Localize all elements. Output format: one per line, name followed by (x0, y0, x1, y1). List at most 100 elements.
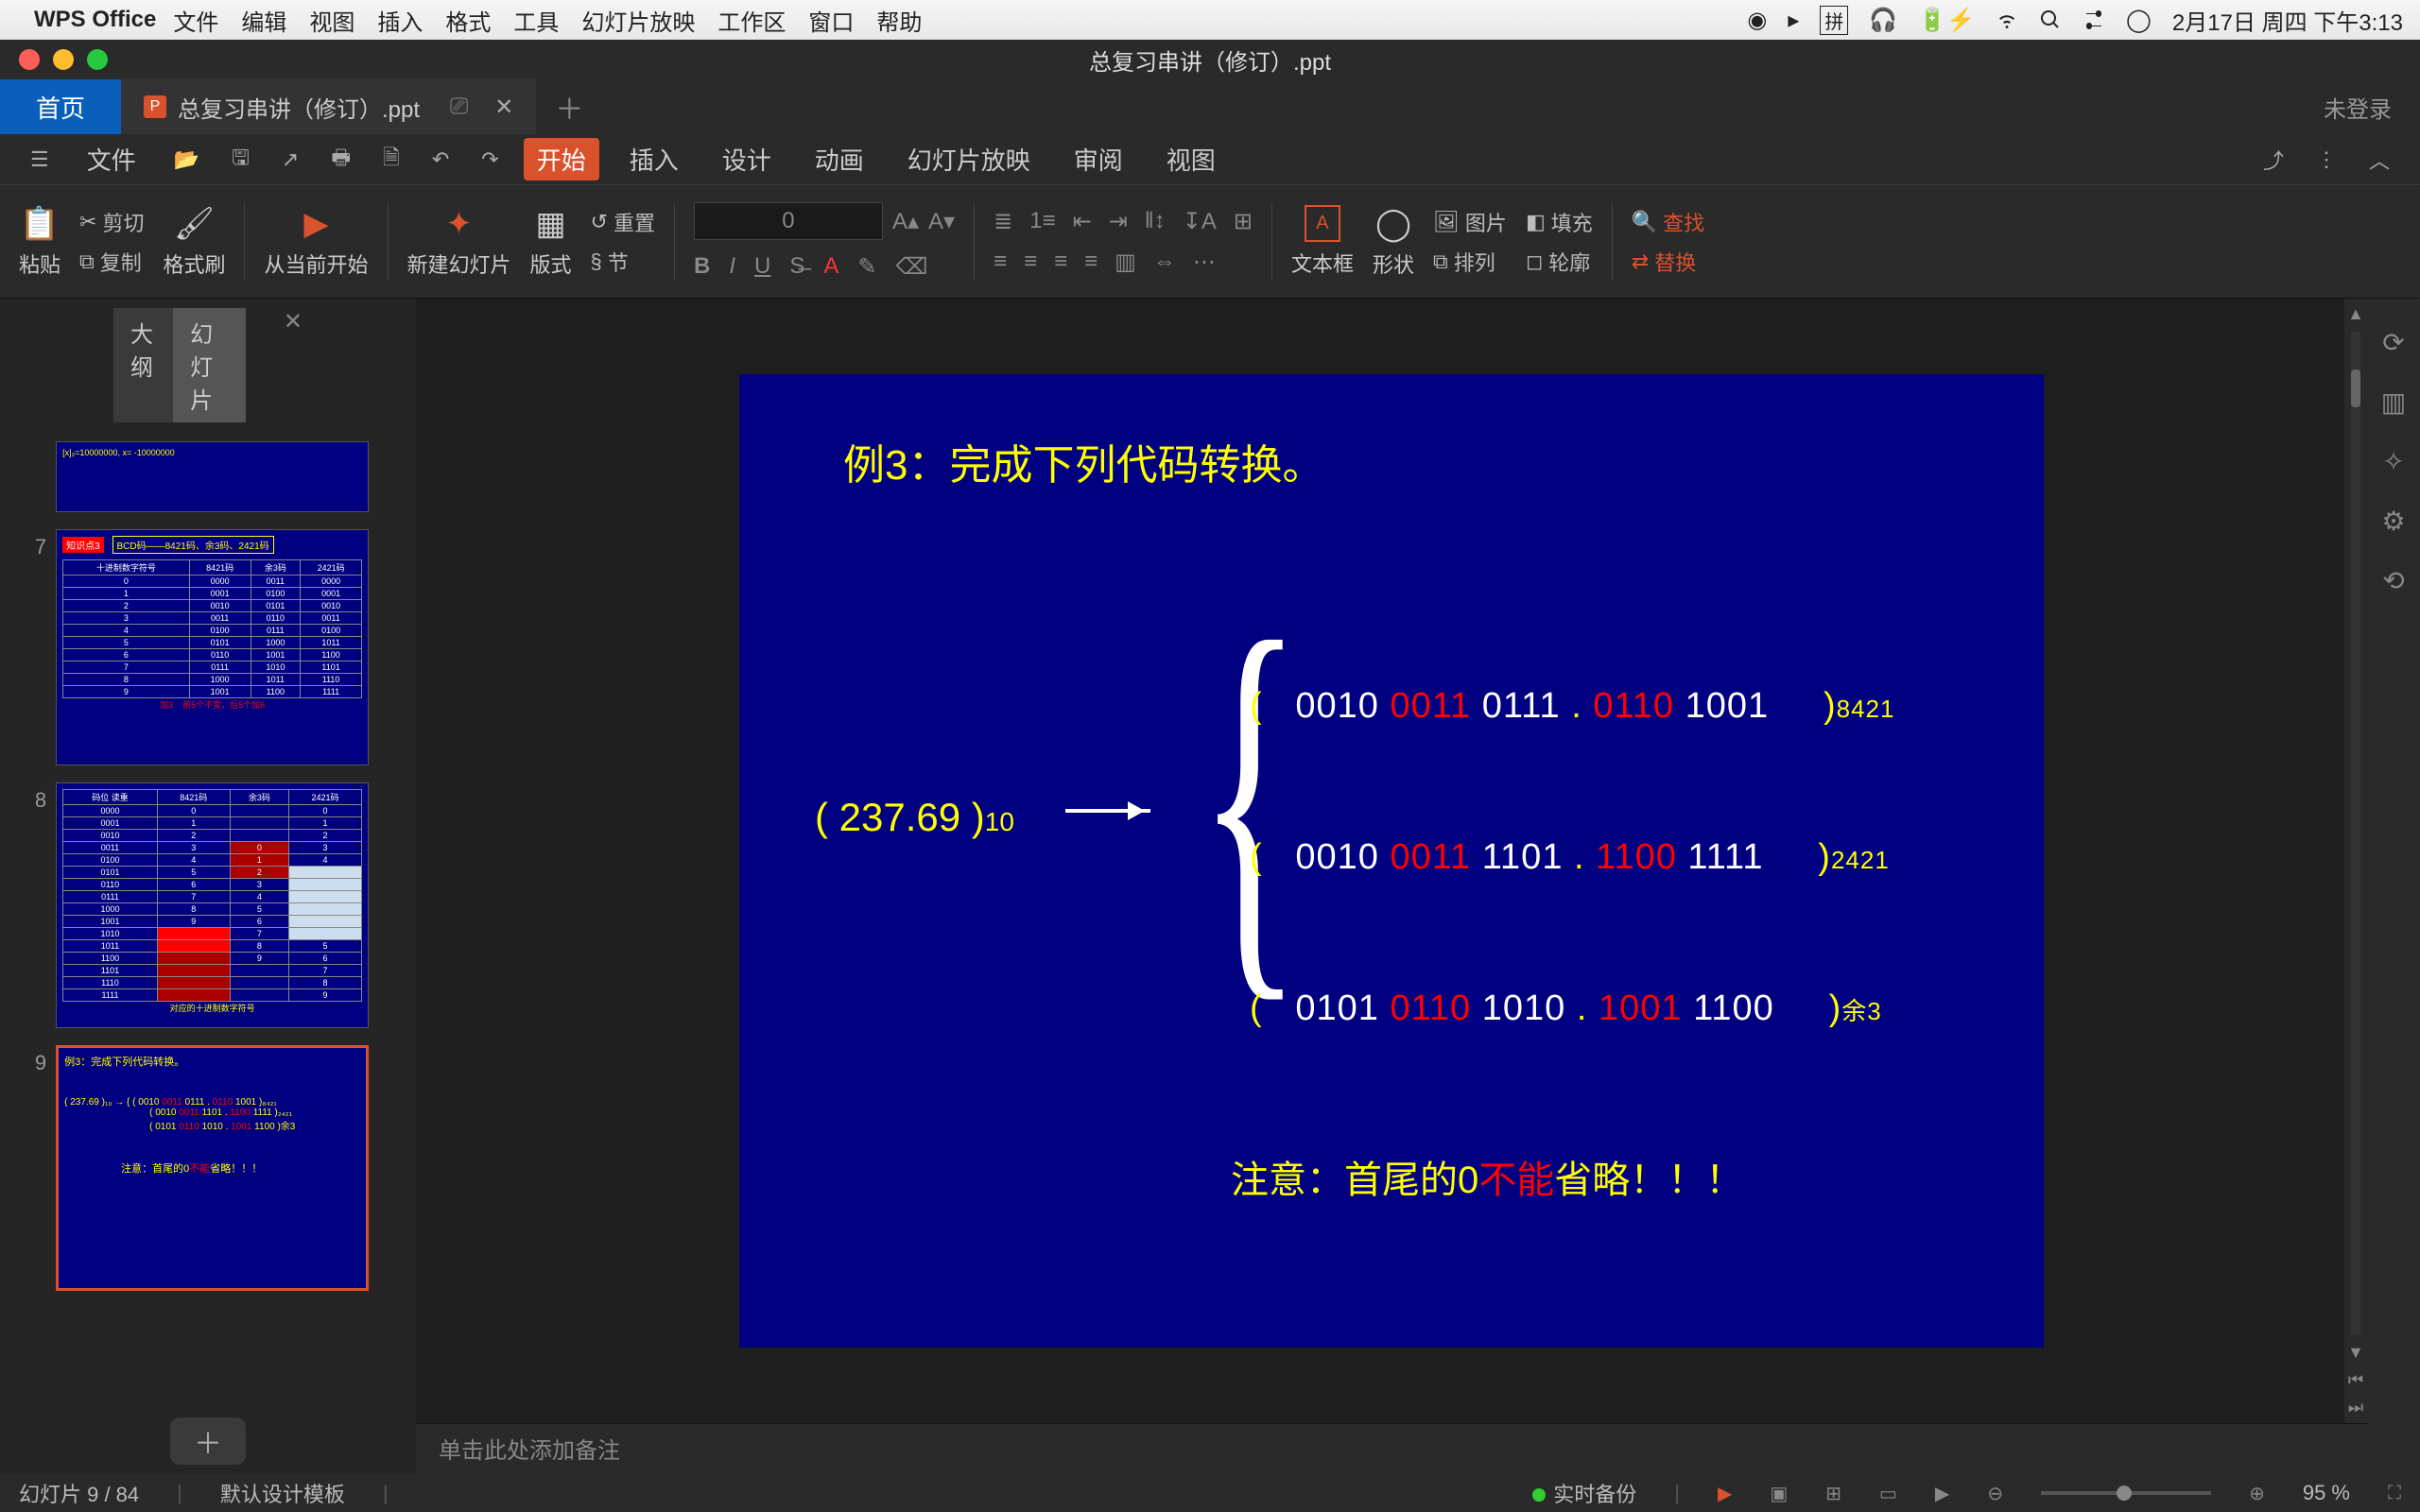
distribute-icon[interactable]: ⇔ (1153, 249, 1176, 276)
save-icon[interactable]: 🖫 (224, 142, 257, 178)
text-direction-icon[interactable]: ↧A (1183, 208, 1217, 235)
ribbon-slideshow[interactable]: 幻灯片放映 (894, 138, 1044, 180)
ribbon-file[interactable]: 文件 (74, 138, 149, 180)
zoom-slider[interactable] (2041, 1491, 2211, 1495)
decrease-font-icon[interactable]: A▾ (928, 208, 955, 235)
menu-view[interactable]: 视图 (309, 4, 354, 37)
menu-help[interactable]: 帮助 (876, 4, 922, 37)
login-status[interactable]: 未登录 (2295, 79, 2420, 134)
italic-icon[interactable]: I (729, 253, 735, 281)
fit-window-icon[interactable]: ⛶ (2388, 1483, 2401, 1504)
redo-icon[interactable]: ↷ (474, 147, 506, 172)
wifi-icon[interactable] (1996, 9, 2018, 31)
menu-format[interactable]: 格式 (445, 4, 491, 37)
rail-history-icon[interactable]: ⟲ (2382, 565, 2404, 596)
export-icon[interactable]: ↗ (274, 147, 306, 172)
zoom-window-button[interactable] (87, 49, 108, 70)
menu-workspace[interactable]: 工作区 (717, 4, 786, 37)
bold-icon[interactable]: B (694, 253, 710, 281)
layout-button[interactable]: ▦ 版式 (530, 205, 572, 279)
align-left-icon[interactable]: ≡ (994, 249, 1007, 276)
open-icon[interactable]: 📂 (166, 147, 207, 172)
control-center-icon[interactable] (2083, 9, 2105, 31)
home-tab[interactable]: 首页 (0, 79, 121, 134)
rail-template-icon[interactable]: ▥ (2381, 387, 2406, 418)
thumbnail-7[interactable]: 知识点3 BCD码——8421码、余3码、2421码 十进制数字符号8421码余… (56, 529, 369, 765)
new-slide-button[interactable]: ✦ 新建幻灯片 (407, 205, 511, 279)
ribbon-animation[interactable]: 动画 (802, 138, 877, 180)
find-button[interactable]: 🔍 查找 (1632, 207, 1704, 237)
file-tab[interactable]: P 总复习串讲（修订）.ppt ⎚ ✕ (121, 79, 536, 134)
reset-button[interactable]: ↺ 重置 (591, 207, 655, 237)
ribbon-start[interactable]: 开始 (524, 138, 599, 180)
normal-view-icon[interactable]: ▣ (1770, 1482, 1788, 1505)
play-from-current-button[interactable]: ▶ 从当前开始 (264, 205, 368, 279)
line-spacing-icon[interactable]: ‖↕ (1145, 208, 1166, 235)
font-color-icon[interactable]: A (823, 253, 838, 281)
slides-tab[interactable]: 幻灯片 (173, 308, 246, 422)
menu-edit[interactable]: 编辑 (241, 4, 286, 37)
textbox-button[interactable]: A 文本框 (1291, 205, 1354, 278)
print-preview-icon[interactable]: 🗎 (375, 142, 407, 178)
reading-view-icon[interactable]: ▭ (1879, 1482, 1897, 1505)
indent-inc-icon[interactable]: ⇥ (1109, 208, 1128, 235)
font-size-input[interactable]: 0 (694, 202, 883, 240)
ribbon-insert[interactable]: 插入 (616, 138, 692, 180)
close-window-button[interactable] (19, 49, 40, 70)
columns-icon[interactable]: ▥ (1115, 249, 1136, 276)
prev-slide-icon[interactable]: ⏮ (2348, 1370, 2363, 1390)
new-tab-button[interactable]: ＋ (536, 79, 602, 134)
more-icon[interactable]: ⋮ (2308, 147, 2344, 172)
presenter-icon[interactable]: ⎚ (450, 94, 468, 120)
menu-slideshow[interactable]: 幻灯片放映 (581, 4, 695, 37)
menu-insert[interactable]: 插入 (377, 4, 423, 37)
indent-dec-icon[interactable]: ⇤ (1073, 208, 1092, 235)
notes-panel[interactable]: 单击此处添加备注 (416, 1423, 2367, 1474)
status-globe-icon[interactable]: ◉ (1747, 7, 1767, 34)
thumbnail-list[interactable]: [x]₂=10000000, x= -10000000 7 知识点3 BCD码—… (0, 432, 416, 1408)
clear-format-icon[interactable]: ⌫ (895, 253, 927, 281)
slideshow-view-icon[interactable]: ▶ (1935, 1482, 1949, 1505)
shape-button[interactable]: ◯ 形状 (1373, 205, 1414, 279)
outline-button[interactable]: ◻ 轮廓 (1526, 247, 1593, 277)
strike-icon[interactable]: S̶ (789, 253, 804, 281)
zoom-level[interactable]: 95 % (2303, 1481, 2350, 1505)
menu-file[interactable]: 文件 (173, 4, 218, 37)
format-painter-button[interactable]: 🖌 格式刷 (163, 205, 225, 279)
zoom-in-icon[interactable]: ⊕ (2249, 1482, 2265, 1505)
rail-upload-icon[interactable]: ⟳ (2382, 327, 2404, 358)
play-button[interactable]: ▶ (1718, 1482, 1732, 1505)
increase-font-icon[interactable]: A▴ (892, 208, 919, 235)
align-justify-icon[interactable]: ≡ (1084, 249, 1098, 276)
next-slide-icon[interactable]: ⏭ (2348, 1398, 2363, 1418)
status-play-icon[interactable]: ▸ (1788, 7, 1799, 34)
thumbnail-8[interactable]: 码位 读重8421码余3码2421码 000000000111 00102200… (56, 782, 369, 1028)
numbering-icon[interactable]: 1≡ (1029, 208, 1055, 235)
sorter-view-icon[interactable]: ⊞ (1825, 1482, 1841, 1505)
ribbon-review[interactable]: 审阅 (1061, 138, 1136, 180)
collapse-ribbon-icon[interactable]: ︿ (2361, 145, 2397, 175)
zoom-out-icon[interactable]: ⊖ (1987, 1482, 2003, 1505)
paste-group[interactable]: 📋 粘贴 (19, 205, 60, 279)
battery-icon[interactable]: 🔋⚡ (1918, 7, 1975, 34)
cut-button[interactable]: ✂ 剪切 (79, 207, 144, 237)
underline-icon[interactable]: U (754, 253, 770, 281)
copy-button[interactable]: ⧉ 复制 (79, 247, 144, 277)
menu-tools[interactable]: 工具 (513, 4, 559, 37)
ribbon-design[interactable]: 设计 (709, 138, 785, 180)
scroll-handle[interactable] (2351, 369, 2360, 407)
search-icon[interactable] (2039, 9, 2062, 31)
fill-button[interactable]: ◧ 填充 (1526, 207, 1593, 237)
ime-indicator[interactable]: 拼 (1820, 6, 1848, 35)
more-para-icon[interactable]: ⋯ (1193, 249, 1216, 276)
slide-content[interactable]: 例3：完成下列代码转换。 ( 237.69 )10 ( 0010 0011 01… (739, 374, 2044, 1348)
align-center-icon[interactable]: ≡ (1024, 249, 1037, 276)
highlight-icon[interactable]: ✎ (857, 253, 876, 281)
hamburger-icon[interactable]: ☰ (23, 147, 57, 172)
close-panel-icon[interactable]: ✕ (284, 308, 302, 422)
bullets-icon[interactable]: ≣ (994, 208, 1012, 235)
scroll-down-icon[interactable]: ▼ (2347, 1343, 2364, 1363)
minimize-window-button[interactable] (53, 49, 74, 70)
section-button[interactable]: § 节 (591, 247, 655, 277)
siri-icon[interactable]: ◯ (2126, 7, 2152, 34)
